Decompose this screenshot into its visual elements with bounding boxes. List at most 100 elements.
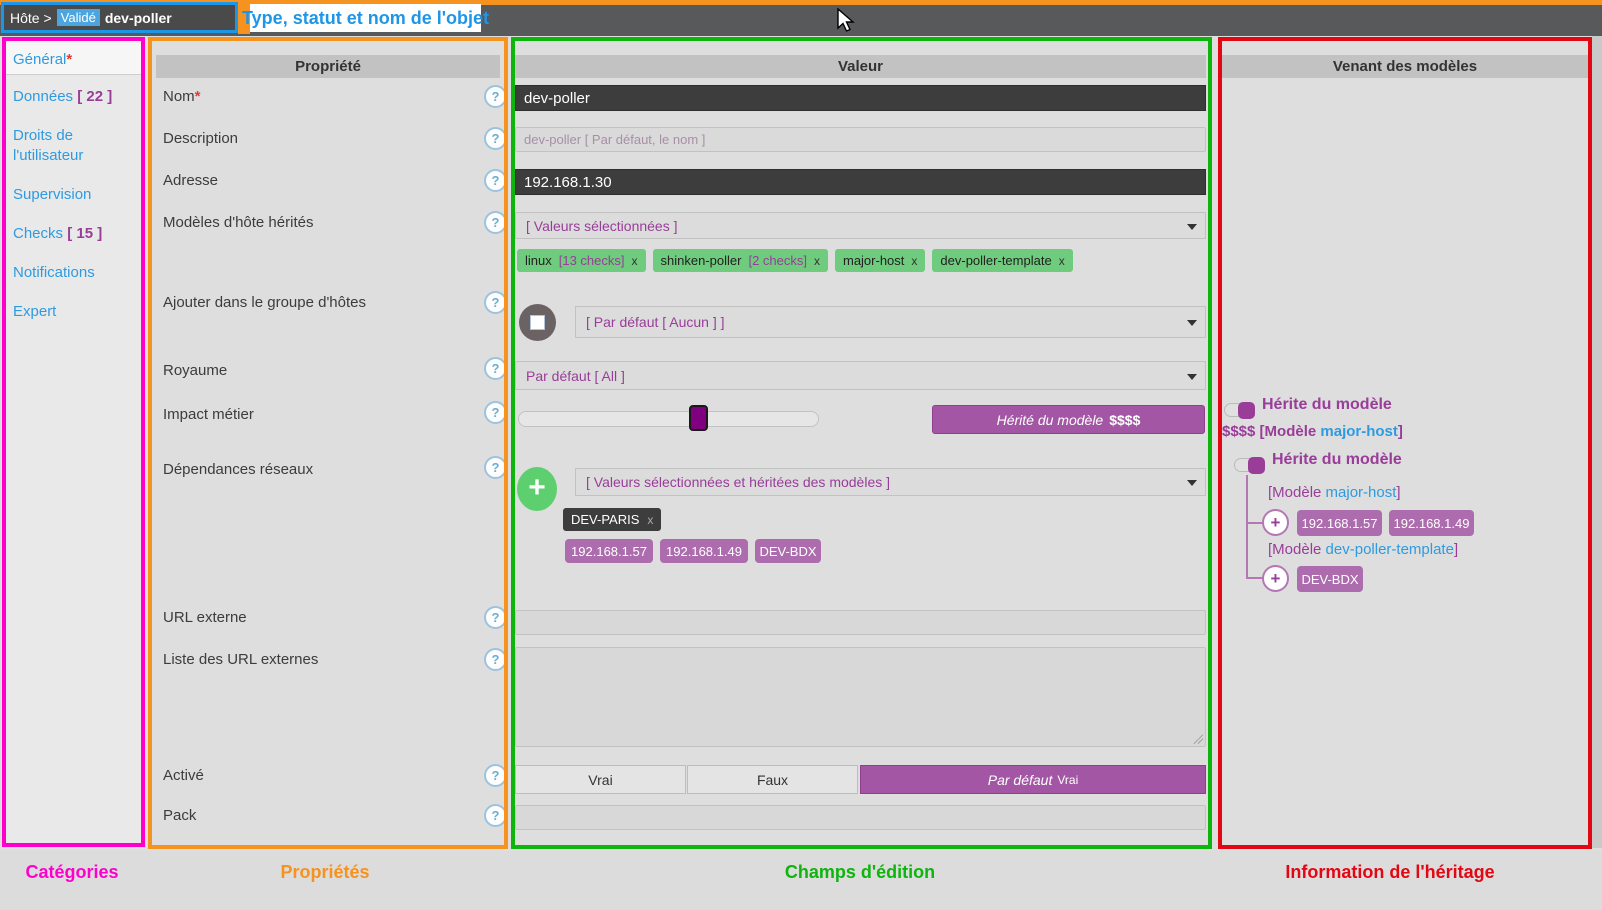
help-icon[interactable]: ? [484,648,507,671]
legend-properties: Propriétés [280,862,369,883]
dependencies-select[interactable]: [ Valeurs sélectionnées et héritées des … [575,468,1206,496]
realm-select[interactable]: Par défaut [ All ] [515,361,1206,390]
model-link[interactable]: dev-poller-template [1326,541,1454,558]
category-sidebar: Général* Données [ 22 ] Droits de l'util… [6,41,142,845]
model-link[interactable]: major-host [1320,423,1398,440]
chevron-down-icon [1187,374,1197,380]
sidebar-item-checks[interactable]: Checks [ 15 ] [6,224,142,244]
sidebar-item-droits[interactable]: Droits de l'utilisateur [6,126,126,166]
sidebar-item-donnees[interactable]: Données [ 22 ] [6,87,142,107]
help-icon[interactable]: ? [484,456,507,479]
name-input[interactable] [515,85,1206,111]
dependency-inherit-label: Hérite du modèle [1272,451,1402,469]
item-count: [ 22 ] [77,88,112,105]
sidebar-item-general[interactable]: Général* [6,41,142,75]
square-icon [530,315,545,330]
toggle-knob [1238,402,1255,419]
toggle-knob [1248,457,1265,474]
resize-grip-icon[interactable] [1193,734,1203,744]
add-dependency-button[interactable]: + [517,467,557,511]
property-label-active: Activé [163,767,204,784]
top-toolbar: Hôte > Validé dev-poller Type, statut et… [0,0,1602,36]
property-label-modeles: Modèles d'hôte hérités [163,214,313,231]
inherited-value-tag[interactable]: 192.168.1.49 [1389,510,1474,536]
template-tag[interactable]: major-host x [835,249,925,272]
remove-tag-icon[interactable]: x [1059,254,1065,268]
add-inherited-value-button[interactable]: + [1262,509,1289,536]
help-icon[interactable]: ? [484,85,507,108]
template-tag[interactable]: dev-poller-template x [932,249,1072,272]
remove-tag-icon[interactable]: x [911,254,917,268]
chevron-down-icon [1187,224,1197,230]
inherited-impact-button[interactable]: Hérité du modèle $$$$ [932,405,1205,434]
help-icon[interactable]: ? [484,127,507,150]
template-tag[interactable]: shinken-poller [2 checks] x [653,249,828,272]
external-url-input[interactable] [515,610,1206,635]
add-inherited-value-button[interactable]: + [1262,565,1289,592]
remove-tag-icon[interactable]: x [632,254,638,268]
inherited-model-label: [Modèle major-host] [1268,484,1401,501]
description-input[interactable] [515,127,1206,152]
legend-inheritance: Information de l'héritage [1285,862,1494,883]
sidebar-item-notifications[interactable]: Notifications [6,263,142,283]
help-icon[interactable]: ? [484,401,507,424]
help-icon[interactable]: ? [484,804,507,827]
template-tag[interactable]: linux [13 checks] x [517,249,646,272]
required-marker: * [66,51,72,68]
help-icon[interactable]: ? [484,211,507,234]
help-icon[interactable]: ? [484,606,507,629]
templates-select[interactable]: [ Valeurs sélectionnées ] [515,212,1206,239]
annotation-legend: Catégories Propriétés Champs d'édition I… [0,851,1602,910]
chevron-down-icon [1187,480,1197,486]
dependency-inherited-tag[interactable]: 192.168.1.57 [565,539,653,563]
hostgroup-toggle-button[interactable] [519,304,556,341]
hostgroup-select[interactable]: [ Par défaut [ Aucun ] ] [575,306,1206,338]
impact-inherit-label: Hérite du modèle [1262,396,1392,414]
chevron-down-icon [1187,320,1197,326]
dependency-inherit-toggle[interactable] [1234,458,1265,472]
property-label-description: Description [163,130,238,147]
values-column: Valeur [ Valeurs sélectionnées ] linux [… [515,41,1206,845]
business-impact-slider[interactable] [518,411,819,427]
pack-input[interactable] [515,805,1206,830]
required-marker: * [195,88,201,105]
property-label-dependances: Dépendances réseaux [163,461,313,478]
legend-categories: Catégories [25,862,118,883]
help-icon[interactable]: ? [484,291,507,314]
sidebar-item-supervision[interactable]: Supervision [6,185,142,205]
property-label-adresse: Adresse [163,172,218,189]
inherited-value-tag[interactable]: 192.168.1.57 [1297,510,1382,536]
sidebar-item-expert[interactable]: Expert [6,302,142,322]
item-count: [ 15 ] [67,225,102,242]
breadcrumb-object-name: dev-poller [105,10,172,26]
dependency-inherited-tag[interactable]: 192.168.1.49 [660,539,748,563]
remove-tag-icon[interactable]: x [814,254,820,268]
template-tags-row: linux [13 checks] x shinken-poller [2 ch… [517,249,1080,272]
remove-tag-icon[interactable]: x [647,513,653,527]
dependency-inherited-tag[interactable]: DEV-BDX [755,539,821,563]
enabled-false-button[interactable]: Faux [687,765,858,794]
scrollbar-track[interactable] [1592,36,1602,848]
enabled-true-button[interactable]: Vrai [515,765,686,794]
help-icon[interactable]: ? [484,764,507,787]
dependency-selected-tag[interactable]: DEV-PARIS x [563,508,661,531]
property-label-groupe: Ajouter dans le groupe d'hôtes [163,294,366,311]
property-label-liste-url: Liste des URL externes [163,651,318,668]
impact-inherit-toggle[interactable] [1224,403,1255,417]
property-label-pack: Pack [163,807,196,824]
inherited-value-tag[interactable]: DEV-BDX [1297,566,1363,592]
status-badge: Validé [57,9,100,26]
property-label-nom: Nom* [163,88,201,105]
model-link[interactable]: major-host [1326,484,1397,501]
help-icon[interactable]: ? [484,357,507,380]
breadcrumb[interactable]: Hôte > Validé dev-poller [1,2,238,33]
help-icon[interactable]: ? [484,169,507,192]
annotation-callout-object: Type, statut et nom de l'objet [250,4,481,32]
values-header: Valeur [515,55,1206,78]
business-impact-slider-handle[interactable] [689,405,708,431]
address-input[interactable] [515,169,1206,195]
external-url-list-textarea[interactable] [515,647,1206,747]
app-window: Hôte > Validé dev-poller Type, statut et… [0,0,1602,910]
toolbar-right-area [1545,5,1602,36]
enabled-default-button[interactable]: Par défaut Vrai [860,765,1206,794]
